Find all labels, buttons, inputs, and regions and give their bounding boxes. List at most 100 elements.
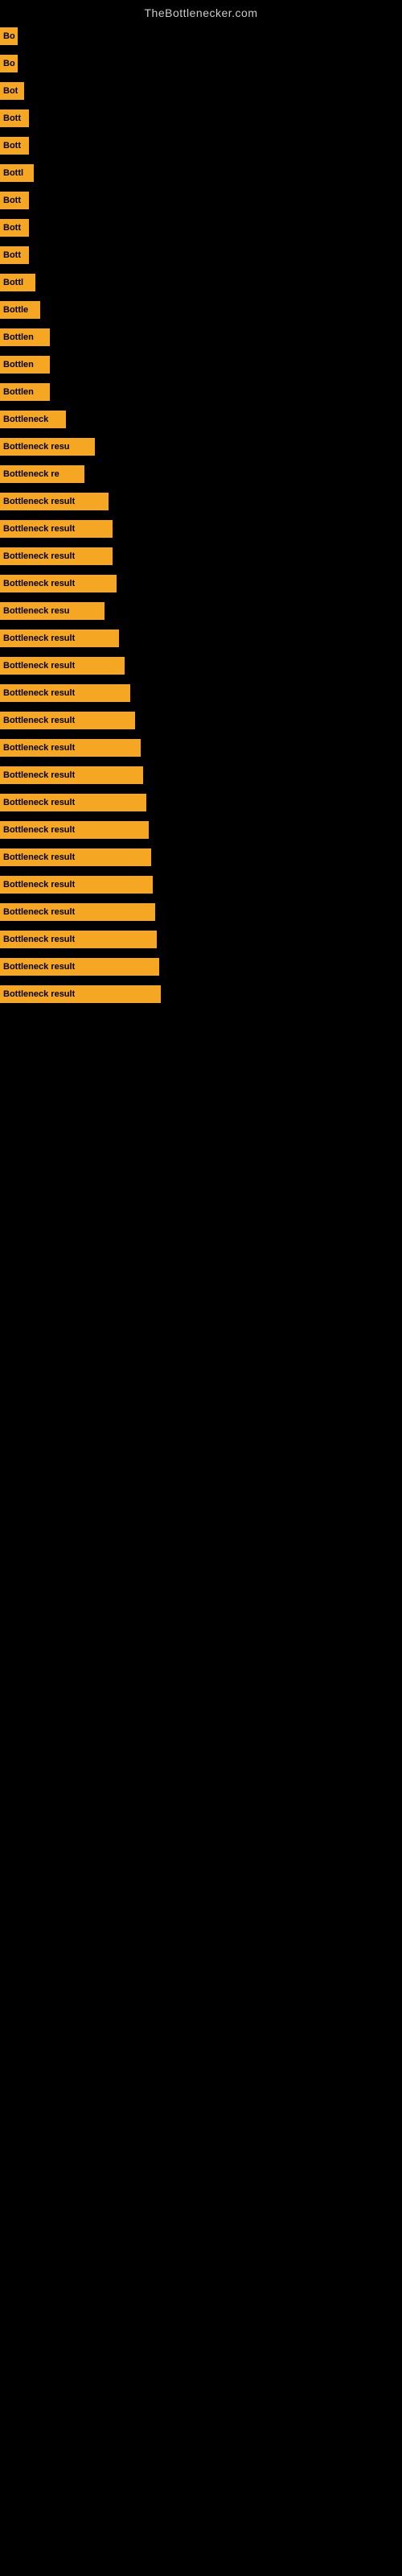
bar-fill: Bottleneck result (0, 848, 151, 866)
bar-label: Bottlen (3, 332, 34, 342)
bar-item: Bottleneck result (0, 625, 402, 652)
bar-label: Bot (3, 86, 18, 96)
bar-label: Bottleneck result (3, 743, 75, 753)
bar-label: Bottleneck result (3, 661, 75, 671)
bar-fill: Bo (0, 55, 18, 72)
bar-fill: Bottleneck result (0, 575, 117, 592)
bar-label: Bottleneck result (3, 770, 75, 780)
bar-fill: Bottleneck re (0, 465, 84, 483)
bar-fill: Bottleneck result (0, 876, 153, 894)
bar-label: Bott (3, 250, 21, 260)
bar-label: Bottleneck (3, 415, 48, 424)
bar-item: Bottleneck result (0, 679, 402, 707)
bar-label: Bottleneck result (3, 634, 75, 643)
bar-label: Bottleneck result (3, 880, 75, 890)
bar-label: Bottleneck result (3, 798, 75, 807)
bar-label: Bottleneck resu (3, 606, 70, 616)
bar-label: Bott (3, 141, 21, 151)
bar-fill: Bott (0, 137, 29, 155)
bar-label: Bottleneck re (3, 469, 59, 479)
bar-fill: Bo (0, 27, 18, 45)
bar-label: Bottleneck result (3, 989, 75, 999)
bar-fill: Bottleneck (0, 411, 66, 428)
bar-item: Bo (0, 50, 402, 77)
bar-label: Bottl (3, 168, 23, 178)
bar-fill: Bott (0, 109, 29, 127)
bar-fill: Bottleneck result (0, 657, 125, 675)
bar-item: Bot (0, 77, 402, 105)
bar-label: Bottleneck result (3, 551, 75, 561)
bar-fill: Bottleneck result (0, 903, 155, 921)
bar-label: Bottl (3, 278, 23, 287)
bar-item: Bottleneck result (0, 543, 402, 570)
bar-fill: Bottleneck result (0, 821, 149, 839)
bar-fill: Bottleneck result (0, 739, 141, 757)
bar-label: Bottleneck resu (3, 442, 70, 452)
bar-label: Bottleneck result (3, 852, 75, 862)
bar-item: Bottleneck resu (0, 597, 402, 625)
site-title: TheBottlenecker.com (0, 0, 402, 23)
bar-item: Bottleneck (0, 406, 402, 433)
bar-fill: Bottlen (0, 356, 50, 374)
bar-fill: Bott (0, 246, 29, 264)
bar-fill: Bottleneck resu (0, 438, 95, 456)
bar-item: Bottl (0, 269, 402, 296)
bar-item: Bottlen (0, 324, 402, 351)
bar-label: Bottleneck result (3, 935, 75, 944)
bar-label: Bottle (3, 305, 28, 315)
bar-fill: Bottleneck result (0, 630, 119, 647)
bar-item: Bott (0, 242, 402, 269)
bar-fill: Bottleneck resu (0, 602, 105, 620)
bar-label: Bottleneck result (3, 716, 75, 725)
bar-fill: Bottleneck result (0, 547, 113, 565)
bar-item: Bottleneck result (0, 789, 402, 816)
bar-fill: Bottleneck result (0, 958, 159, 976)
bar-fill: Bottleneck result (0, 794, 146, 811)
bar-label: Bottleneck result (3, 579, 75, 588)
bar-label: Bo (3, 31, 15, 41)
bar-item: Bottleneck result (0, 515, 402, 543)
bar-item: Bottleneck result (0, 844, 402, 871)
bar-item: Bottlen (0, 378, 402, 406)
bar-fill: Bottlen (0, 383, 50, 401)
bar-label: Bottleneck result (3, 962, 75, 972)
bar-item: Bottleneck result (0, 570, 402, 597)
bar-fill: Bot (0, 82, 24, 100)
bar-item: Bott (0, 214, 402, 242)
bar-fill: Bottle (0, 301, 40, 319)
bar-item: Bott (0, 187, 402, 214)
bar-label: Bottlen (3, 387, 34, 397)
bar-label: Bottleneck result (3, 907, 75, 917)
bar-item: Bottleneck result (0, 816, 402, 844)
bar-label: Bottleneck result (3, 825, 75, 835)
bar-fill: Bottleneck result (0, 684, 130, 702)
bar-fill: Bott (0, 219, 29, 237)
bar-item: Bottleneck result (0, 734, 402, 762)
bar-item: Bottleneck result (0, 980, 402, 1008)
bar-fill: Bottleneck result (0, 931, 157, 948)
bar-label: Bottlen (3, 360, 34, 369)
bar-fill: Bottl (0, 164, 34, 182)
bar-fill: Bottleneck result (0, 493, 109, 510)
bar-item: Bottlen (0, 351, 402, 378)
bar-label: Bottleneck result (3, 497, 75, 506)
bar-fill: Bott (0, 192, 29, 209)
bar-fill: Bottleneck result (0, 985, 161, 1003)
bar-item: Bottl (0, 159, 402, 187)
bar-item: Bottleneck result (0, 898, 402, 926)
bar-label: Bottleneck result (3, 688, 75, 698)
bar-label: Bott (3, 114, 21, 123)
bar-item: Bottleneck result (0, 953, 402, 980)
bar-item: Bottle (0, 296, 402, 324)
bar-item: Bottleneck result (0, 871, 402, 898)
bar-fill: Bottl (0, 274, 35, 291)
bar-item: Bo (0, 23, 402, 50)
bar-label: Bo (3, 59, 15, 68)
bar-label: Bott (3, 196, 21, 205)
bar-item: Bottleneck result (0, 707, 402, 734)
bar-fill: Bottlen (0, 328, 50, 346)
bar-item: Bott (0, 132, 402, 159)
bar-item: Bottleneck result (0, 762, 402, 789)
bar-item: Bottleneck result (0, 652, 402, 679)
bar-label: Bottleneck result (3, 524, 75, 534)
